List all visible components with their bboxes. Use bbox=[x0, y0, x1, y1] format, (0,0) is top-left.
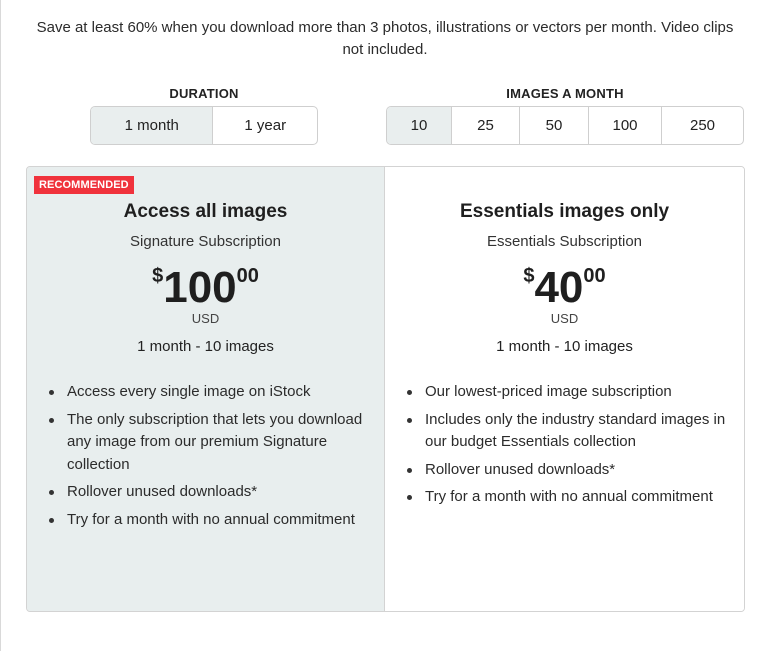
plan-price: $4000 bbox=[385, 263, 744, 313]
images-per-month-label: IMAGES A MONTH bbox=[506, 86, 624, 101]
feature-list: Access every single image on iStock The … bbox=[49, 381, 369, 536]
plan-card-essentials[interactable]: Essentials images only Essentials Subscr… bbox=[385, 167, 744, 611]
images-per-month-selector: 10 25 50 100 250 bbox=[386, 106, 744, 145]
feature-item: Try for a month with no annual commitmen… bbox=[407, 486, 727, 509]
images-option-100[interactable]: 100 bbox=[589, 107, 662, 144]
price-whole: 100 bbox=[163, 263, 237, 312]
plan-title: Essentials images only bbox=[459, 201, 670, 222]
currency-symbol: $ bbox=[152, 265, 164, 287]
plan-subtitle: Essentials Subscription bbox=[486, 233, 643, 250]
currency-code: USD bbox=[191, 311, 220, 326]
feature-item: Rollover unused downloads* bbox=[407, 459, 727, 482]
price-cents: 00 bbox=[236, 265, 259, 287]
feature-item: Rollover unused downloads* bbox=[49, 481, 369, 504]
plan-price: $10000 bbox=[27, 263, 384, 313]
duration-option-1-year[interactable]: 1 year bbox=[213, 107, 317, 144]
plan-card-signature[interactable]: RECOMMENDED Access all images Signature … bbox=[27, 167, 385, 611]
recommended-badge: RECOMMENDED bbox=[34, 176, 134, 194]
plan-period: 1 month - 10 images bbox=[137, 338, 274, 355]
feature-item: Includes only the industry standard imag… bbox=[407, 409, 727, 454]
images-option-25[interactable]: 25 bbox=[452, 107, 520, 144]
plan-subtitle: Signature Subscription bbox=[130, 233, 281, 250]
intro-text: Save at least 60% when you download more… bbox=[36, 19, 734, 58]
feature-list: Our lowest-priced image subscription Inc… bbox=[407, 381, 727, 514]
price-cents: 00 bbox=[583, 265, 606, 287]
currency-code: USD bbox=[550, 311, 579, 326]
feature-item: Our lowest-priced image subscription bbox=[407, 381, 727, 404]
images-option-10[interactable]: 10 bbox=[387, 107, 452, 144]
duration-selector: 1 month 1 year bbox=[90, 106, 318, 145]
plan-cards: RECOMMENDED Access all images Signature … bbox=[26, 166, 745, 612]
duration-option-1-month[interactable]: 1 month bbox=[91, 107, 214, 144]
images-option-250[interactable]: 250 bbox=[662, 107, 743, 144]
feature-item: The only subscription that lets you down… bbox=[49, 409, 369, 477]
feature-item: Access every single image on iStock bbox=[49, 381, 369, 404]
images-option-50[interactable]: 50 bbox=[520, 107, 589, 144]
plan-title: Access all images bbox=[123, 201, 288, 222]
duration-label: DURATION bbox=[169, 86, 239, 101]
currency-symbol: $ bbox=[523, 265, 535, 287]
price-whole: 40 bbox=[534, 263, 584, 312]
feature-item: Try for a month with no annual commitmen… bbox=[49, 509, 369, 532]
pricing-page: Save at least 60% when you download more… bbox=[0, 0, 765, 651]
plan-period: 1 month - 10 images bbox=[496, 338, 633, 355]
